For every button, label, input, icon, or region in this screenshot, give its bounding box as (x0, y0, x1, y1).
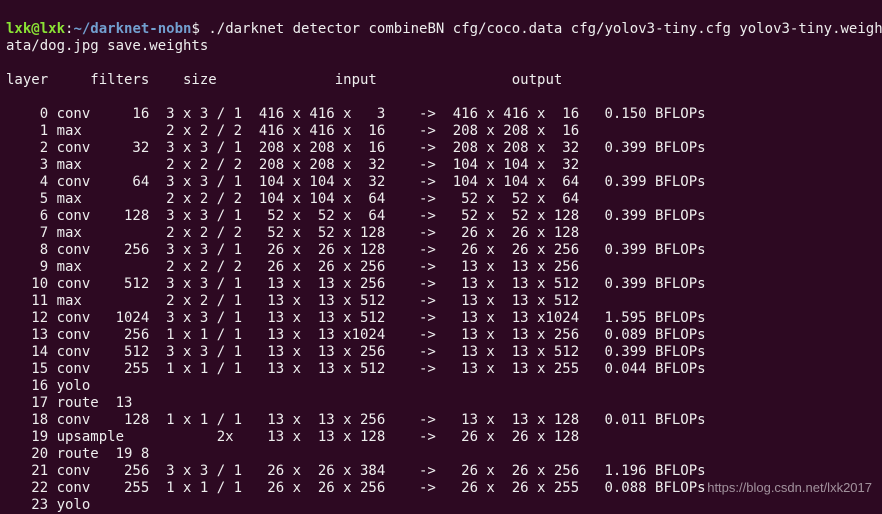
prompt-line-1: lxk@lxk:~/darknet-nobn$ ./darknet detect… (6, 21, 876, 55)
layer-row: 11 max 2 x 2 / 1 13 x 13 x 512 -> 13 x 1… (6, 293, 876, 310)
layer-row: 2 conv 32 3 x 3 / 1 208 x 208 x 16 -> 20… (6, 140, 876, 157)
layer-row: 16 yolo (6, 378, 876, 395)
terminal-output[interactable]: lxk@lxk:~/darknet-nobn$ ./darknet detect… (0, 0, 882, 514)
layer-row: 6 conv 128 3 x 3 / 1 52 x 52 x 64 -> 52 … (6, 208, 876, 225)
layer-row: 7 max 2 x 2 / 2 52 x 52 x 128 -> 26 x 26… (6, 225, 876, 242)
prompt-path: ~/darknet-nobn (73, 21, 191, 37)
table-header: layer filters size input output (6, 72, 876, 89)
layer-row: 8 conv 256 3 x 3 / 1 26 x 26 x 128 -> 26… (6, 242, 876, 259)
layer-row: 13 conv 256 1 x 1 / 1 13 x 13 x1024 -> 1… (6, 327, 876, 344)
layer-row: 10 conv 512 3 x 3 / 1 13 x 13 x 256 -> 1… (6, 276, 876, 293)
layer-row: 1 max 2 x 2 / 2 416 x 416 x 16 -> 208 x … (6, 123, 876, 140)
layer-row: 23 yolo (6, 497, 876, 514)
prompt-user: lxk@lxk (6, 21, 65, 37)
layer-row: 9 max 2 x 2 / 2 26 x 26 x 256 -> 13 x 13… (6, 259, 876, 276)
layer-row: 14 conv 512 3 x 3 / 1 13 x 13 x 256 -> 1… (6, 344, 876, 361)
layer-row: 5 max 2 x 2 / 2 104 x 104 x 64 -> 52 x 5… (6, 191, 876, 208)
layer-row: 4 conv 64 3 x 3 / 1 104 x 104 x 32 -> 10… (6, 174, 876, 191)
layer-row: 15 conv 255 1 x 1 / 1 13 x 13 x 512 -> 1… (6, 361, 876, 378)
layer-row: 0 conv 16 3 x 3 / 1 416 x 416 x 3 -> 416… (6, 106, 876, 123)
layer-row: 18 conv 128 1 x 1 / 1 13 x 13 x 256 -> 1… (6, 412, 876, 429)
layer-row: 21 conv 256 3 x 3 / 1 26 x 26 x 384 -> 2… (6, 463, 876, 480)
layer-row: 20 route 19 8 (6, 446, 876, 463)
layer-row: 12 conv 1024 3 x 3 / 1 13 x 13 x 512 -> … (6, 310, 876, 327)
layer-row: 3 max 2 x 2 / 2 208 x 208 x 32 -> 104 x … (6, 157, 876, 174)
layer-row: 22 conv 255 1 x 1 / 1 26 x 26 x 256 -> 2… (6, 480, 876, 497)
layer-row: 19 upsample 2x 13 x 13 x 128 -> 26 x 26 … (6, 429, 876, 446)
layer-row: 17 route 13 (6, 395, 876, 412)
